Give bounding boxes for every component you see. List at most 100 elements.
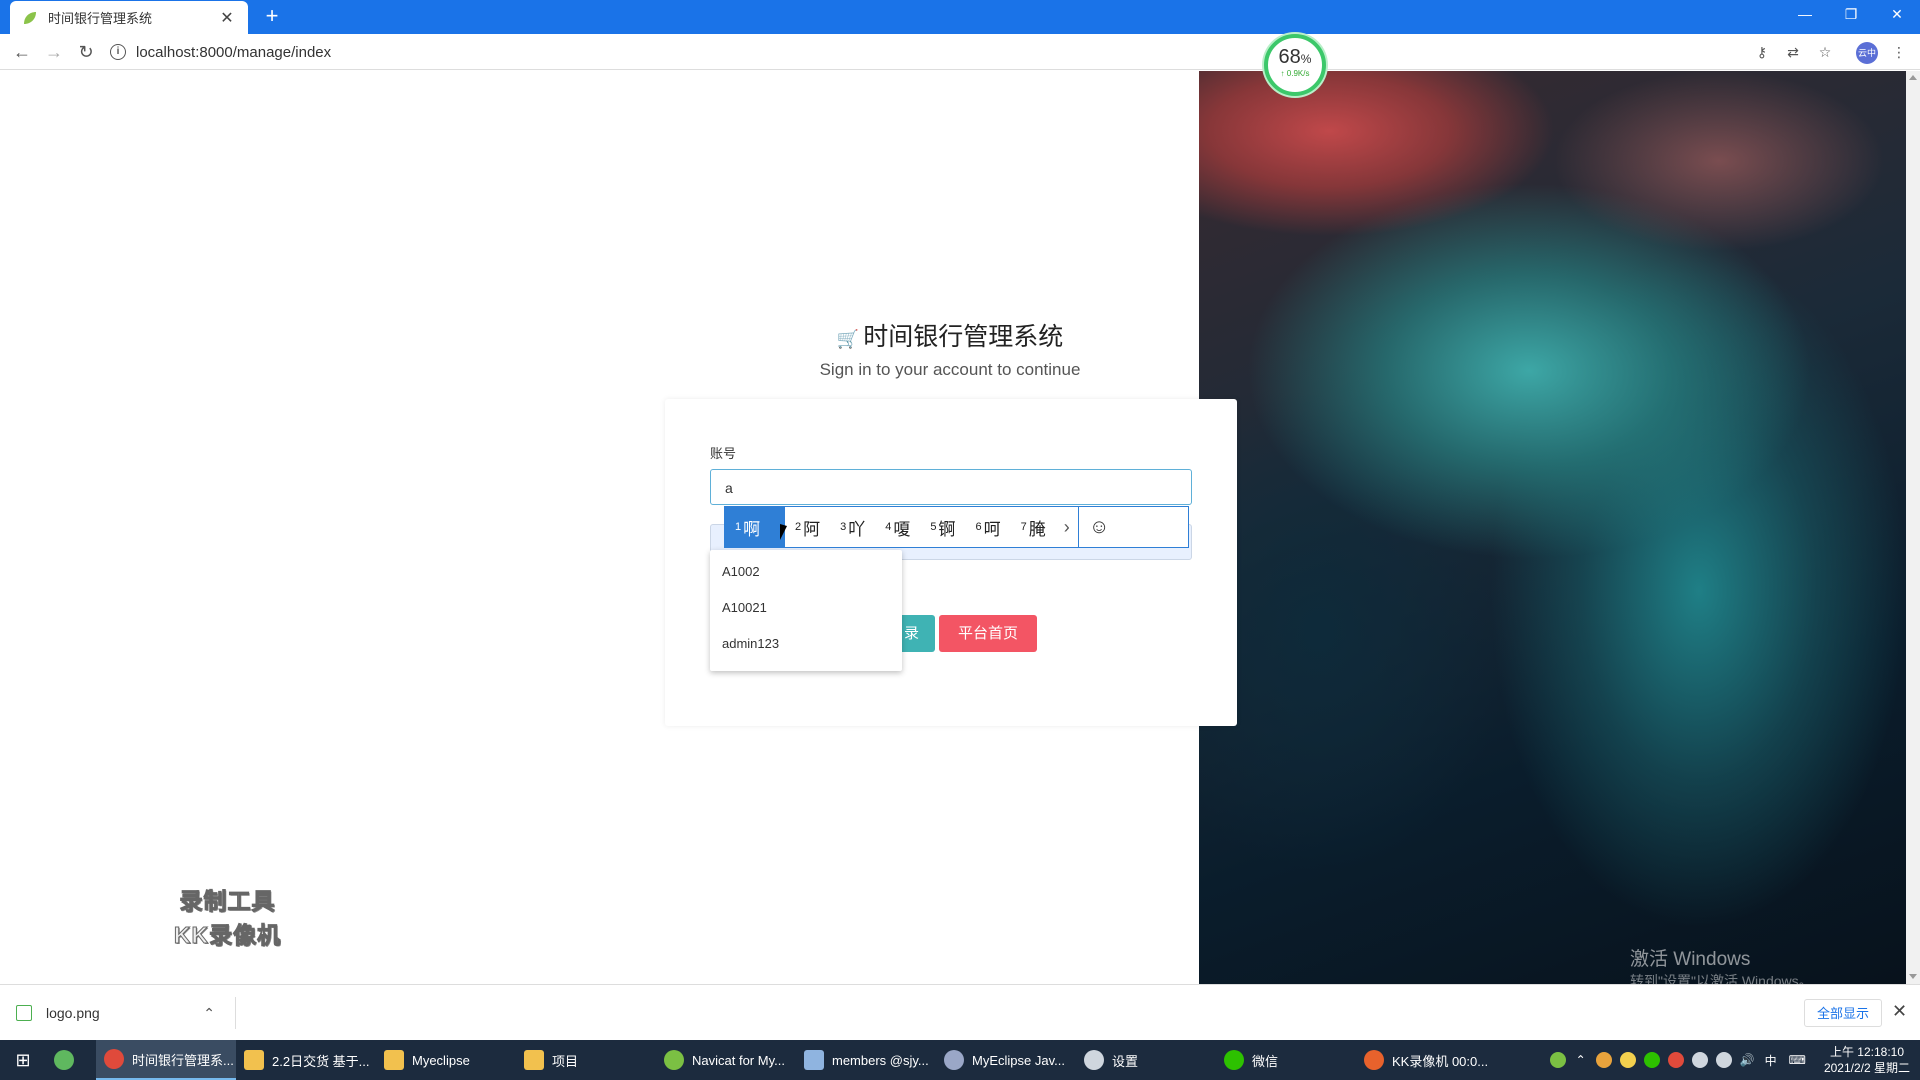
back-icon[interactable]: ← [10,40,34,64]
download-item[interactable]: logo.png ⌃ [16,997,236,1029]
page-title: 🛒 时间银行管理系统 [830,317,1070,353]
gear-icon [1084,1050,1104,1070]
ime-candidate[interactable]: 5锕 [920,507,965,547]
profile-avatar[interactable]: 云中 [1856,42,1878,64]
autocomplete-item[interactable]: A10021 [710,590,902,626]
taskbar-app[interactable]: KK录像机 00:0... [1356,1040,1496,1080]
chevron-up-icon[interactable]: ⌃ [203,1005,215,1022]
new-tab-button[interactable]: + [259,4,285,30]
navicat-icon [664,1050,684,1070]
autocomplete-item[interactable]: A1002 [710,554,902,590]
windows-activation-subtitle: 转到"设置"以激活 Windows。 [1630,973,1813,985]
key-icon[interactable]: ⚷ [1753,43,1771,61]
tray-input-language[interactable]: 中 [1765,1052,1777,1069]
taskbar-app[interactable]: MyEclipse Jav... [936,1040,1076,1080]
tray-app-icon[interactable] [1595,1052,1612,1068]
translate-icon[interactable]: ⇄ [1784,43,1802,61]
tab-close-icon[interactable]: ✕ [218,8,236,28]
download-bar: logo.png ⌃ 全部显示 ✕ [0,984,1920,1040]
tray-keyboard-icon[interactable]: ⌨ [1789,1053,1806,1067]
scroll-up-icon[interactable] [1909,75,1917,80]
windows-taskbar: ⊞ 时间银行管理系... 2.2日交货 基于... Myeclipse 项目 N… [0,1040,1920,1080]
page-scrollbar[interactable] [1906,71,1920,984]
taskbar-app[interactable]: 设置 [1076,1040,1216,1080]
tray-battery-icon[interactable] [1691,1052,1708,1068]
wechat-icon [1224,1050,1244,1070]
folder-icon [384,1050,404,1070]
taskbar-app[interactable]: members @sjy... [796,1040,936,1080]
account-input[interactable]: a [710,469,1192,505]
tray-network-icon[interactable] [1715,1052,1732,1068]
tab-title: 时间银行管理系统 [48,11,153,26]
table-icon [804,1050,824,1070]
clock-date: 2021/2/2 星期二 [1823,1061,1910,1075]
taskbar-clock[interactable]: 上午 12:18:10 2021/2/2 星期二 [1824,1044,1910,1076]
autocomplete-item[interactable]: admin123 [710,626,902,662]
tray-app-icon[interactable] [1619,1052,1636,1068]
system-tray: ⌃ 🔊 中 ⌨ 上午 12:18:10 2021/2/2 星期二 [1546,1040,1910,1080]
account-autocomplete: A1002 A10021 admin123 [710,550,902,671]
folder-icon [524,1050,544,1070]
ime-candidate[interactable]: 2阿 [785,507,830,547]
browser-tab[interactable]: 时间银行管理系统 ✕ [10,1,248,34]
browser-360-icon[interactable] [46,1040,96,1080]
recorder-watermark-line2: KK录像机 [173,922,282,949]
taskbar-app[interactable]: 2.2日交货 基于... [236,1040,376,1080]
bookmark-star-icon[interactable]: ☆ [1816,43,1834,61]
show-all-downloads-button[interactable]: 全部显示 [1804,999,1882,1027]
speed-unit: % [1300,52,1312,66]
ime-candidate[interactable]: 4嗄 [875,507,920,547]
site-info-icon[interactable]: i [110,44,126,60]
taskbar-app[interactable]: Navicat for My... [656,1040,796,1080]
tray-expand-icon[interactable]: ⌃ [1576,1053,1586,1067]
download-file-name: logo.png [46,1005,100,1021]
ime-candidate[interactable]: 3吖 [830,507,875,547]
folder-icon [244,1050,264,1070]
minimize-icon[interactable]: — [1782,0,1828,30]
ime-candidate-bar: 1啊 2阿 3吖 4嗄 5锕 6呵 7腌 › ☺ [724,506,1189,548]
tray-volume-icon[interactable]: 🔊 [1740,1053,1755,1067]
taskbar-app[interactable]: 微信 [1216,1040,1356,1080]
tray-app-icon[interactable] [1549,1052,1566,1068]
recorder-watermark-line1: 录制工具 [179,888,276,915]
speed-rate: ↑ 0.9K/s [1280,69,1310,78]
browser-titlebar: 时间银行管理系统 ✕ + — ❐ ✕ [0,0,1920,34]
ime-emoji-icon[interactable]: ☺ [1077,507,1120,547]
browser-toolbar: ← → ↻ i localhost:8000/manage/index ⚷ ⇄ … [0,34,1920,70]
cart-icon: 🛒 [836,329,860,349]
address-bar[interactable]: i localhost:8000/manage/index [110,38,1750,66]
network-speed-badge[interactable]: 68% ↑ 0.9K/s [1264,34,1326,96]
windows-activation-title: 激活 Windows [1630,949,1751,970]
kk-recorder-icon [1364,1050,1384,1070]
taskbar-app[interactable]: 时间银行管理系... [96,1040,236,1080]
ime-candidate[interactable]: 6呵 [966,507,1011,547]
leaf-favicon-icon [24,11,36,24]
page-subtitle: Sign in to your account to continue [819,360,1081,379]
ime-candidate[interactable]: 7腌 [1011,507,1056,547]
reload-icon[interactable]: ↻ [74,40,98,64]
clock-time: 上午 12:18:10 [1829,1045,1904,1059]
restore-icon[interactable]: ❐ [1828,0,1874,30]
background-image: 激活 Windows 转到"设置"以激活 Windows。 [1199,71,1906,985]
download-bar-close-icon[interactable]: ✕ [1892,1001,1907,1022]
speed-percent: 68 [1278,46,1301,68]
window-close-icon[interactable]: ✕ [1874,0,1920,30]
taskbar-app[interactable]: Myeclipse [376,1040,516,1080]
tray-app-icon[interactable] [1667,1052,1684,1068]
system-title: 时间银行管理系统 [863,323,1064,351]
mouse-cursor-icon [780,524,787,540]
ime-candidate[interactable]: 1啊 [725,507,785,547]
scroll-down-icon[interactable] [1909,974,1917,979]
menu-icon[interactable]: ⋮ [1890,43,1908,61]
url-text: localhost:8000/manage/index [136,43,332,61]
taskbar-app[interactable]: 项目 [516,1040,656,1080]
ime-next-page-icon[interactable]: › [1056,517,1078,538]
windows-start-icon[interactable]: ⊞ [0,1040,46,1080]
image-file-icon [16,1005,32,1021]
myeclipse-icon [944,1050,964,1070]
tray-wechat-icon[interactable] [1643,1052,1660,1068]
recorder-watermark: 录制工具 KK录像机 [160,882,295,950]
account-label: 账号 [710,446,737,461]
forward-icon[interactable]: → [42,40,66,64]
home-button[interactable]: 平台首页 [939,615,1037,652]
